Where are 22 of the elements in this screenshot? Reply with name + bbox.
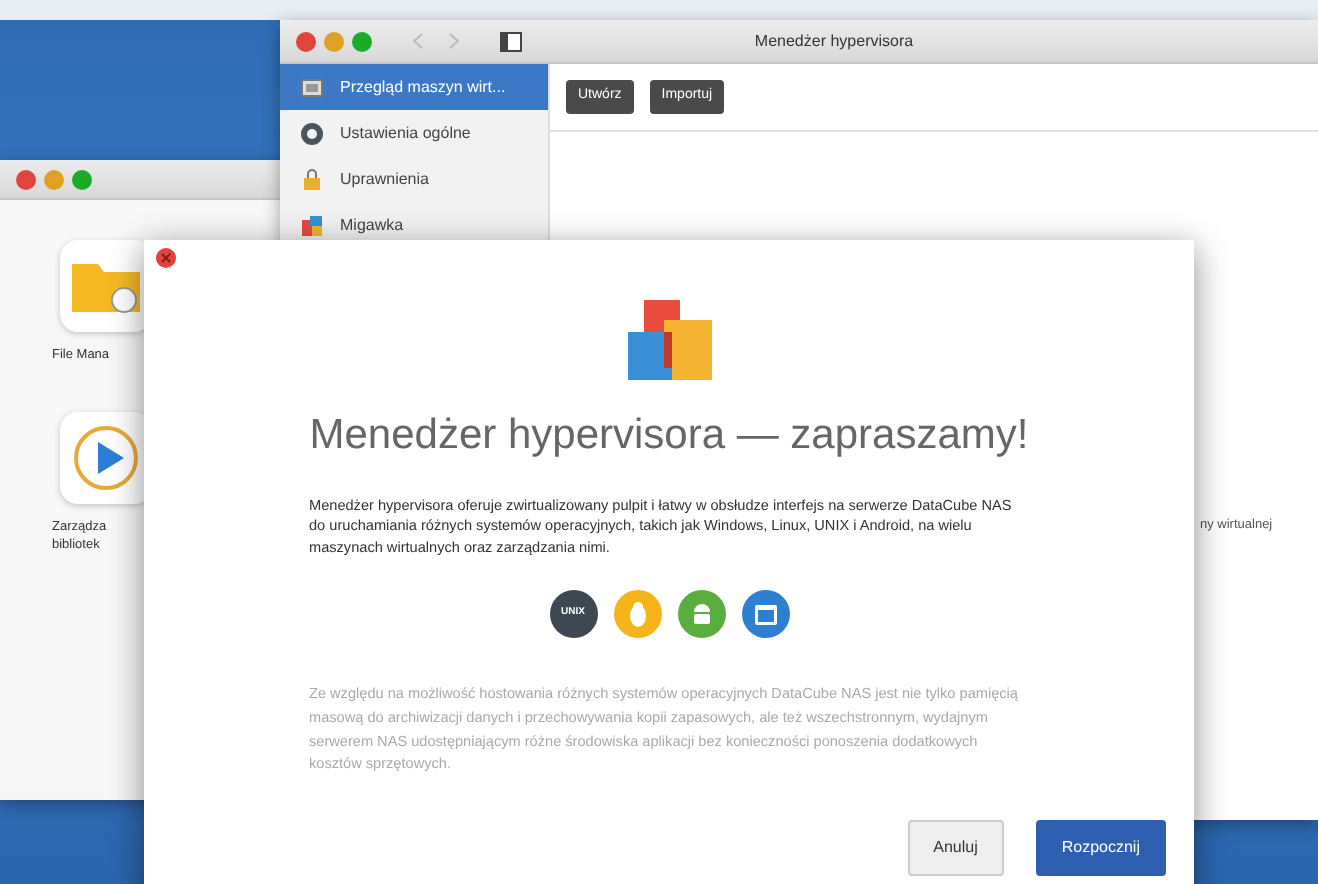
zoom-icon[interactable] (72, 169, 92, 189)
android-icon (677, 590, 725, 639)
sidebar-item[interactable]: Ustawienia ogólne (280, 110, 548, 156)
dialog-heading: Menedżer hypervisora — zapraszamy! (307, 410, 1031, 462)
lock-icon (300, 167, 324, 191)
minimize-icon[interactable] (324, 31, 344, 51)
window-title: Menedżer hypervisora (752, 29, 916, 53)
logo-icon (623, 300, 715, 384)
monitor-icon (300, 75, 324, 99)
back-icon[interactable] (412, 32, 424, 50)
minimize-icon[interactable] (44, 169, 64, 189)
sidebar-item[interactable]: Migawka (280, 202, 548, 248)
cancel-button[interactable]: Anuluj (907, 819, 1004, 876)
sidebar-item[interactable]: Przegląd maszyn wirt... (280, 64, 548, 110)
sidebar-toggle-icon[interactable] (500, 31, 522, 51)
window-icon (741, 590, 789, 639)
sidebar-item[interactable]: Uprawnienia (280, 156, 548, 202)
close-icon[interactable] (156, 248, 176, 268)
photos-icon (300, 213, 324, 237)
forward-icon[interactable] (448, 32, 460, 50)
zoom-icon[interactable] (352, 31, 372, 51)
start-button[interactable]: Rozpocznij (1035, 819, 1166, 876)
